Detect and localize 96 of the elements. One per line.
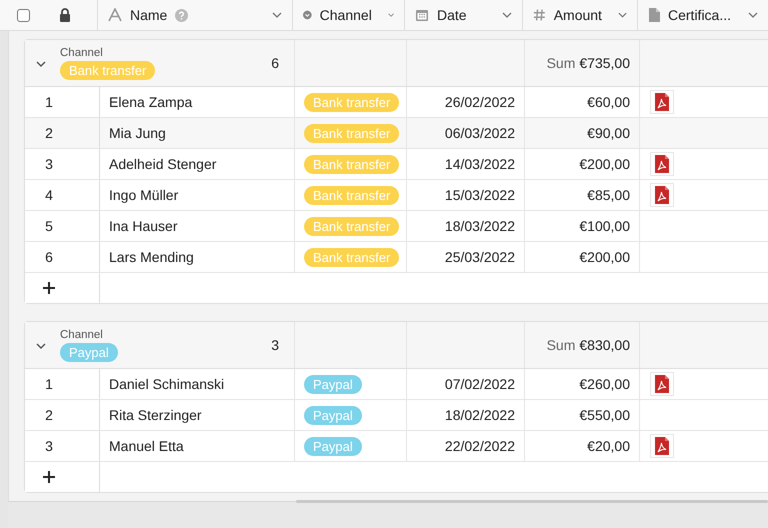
channel-tag: Bank transfer [304, 92, 400, 112]
chevron-down-icon[interactable] [36, 343, 46, 349]
channel-tag: Bank transfer [304, 216, 400, 236]
table-row[interactable]: 3 Adelheid Stenger Bank transfer 14/03/2022 €200,00 [25, 149, 768, 180]
date-cell: 18/03/2022 [444, 218, 515, 234]
add-row-icon[interactable] [43, 282, 55, 294]
channel-tag: Paypal [304, 436, 362, 456]
chevron-down-icon[interactable] [36, 61, 46, 67]
row-number: 3 [45, 438, 53, 454]
sum-label: Sum [546, 55, 576, 71]
date-cell: 22/02/2022 [444, 438, 515, 454]
name-cell: Daniel Schimanski [109, 376, 224, 392]
row-number: 1 [45, 94, 53, 110]
amount-cell: €550,00 [579, 407, 630, 423]
column-label: Certifica... [668, 7, 732, 23]
sum-label: Sum [546, 337, 576, 353]
channel-tag: Bank transfer [304, 154, 400, 174]
row-number: 2 [45, 407, 53, 423]
row-number: 5 [45, 218, 53, 234]
pdf-file-icon[interactable] [650, 152, 674, 176]
name-cell: Ina Hauser [109, 218, 178, 234]
column-header[interactable]: Channel [293, 0, 405, 30]
column-label: Channel [320, 7, 372, 23]
channel-tag: Paypal [304, 406, 362, 424]
group-field-label: Channel [60, 46, 103, 58]
date-cell: 15/03/2022 [444, 187, 515, 203]
column-header[interactable]: Date [405, 0, 523, 30]
amount-cell: €260,00 [579, 376, 630, 392]
select-type-icon [303, 8, 312, 22]
chevron-down-icon[interactable] [748, 12, 758, 18]
channel-tag: Bank transfer [304, 186, 400, 204]
chevron-down-icon[interactable] [272, 12, 282, 18]
row-number: 2 [45, 125, 53, 141]
table-row[interactable]: 6 Lars Mending Bank transfer 25/03/2022 €200,00 [25, 242, 768, 273]
date-cell: 14/03/2022 [444, 156, 515, 172]
amount-cell: €200,00 [579, 249, 630, 265]
row-number: 6 [45, 249, 53, 265]
column-header[interactable]: Certifica... [638, 0, 768, 30]
date-cell: 18/02/2022 [444, 407, 515, 423]
name-cell: Manuel Etta [109, 438, 184, 454]
table-row[interactable]: 2 Rita Sterzinger Paypal 18/02/2022 €550,00 [25, 400, 768, 431]
group-count: 3 [271, 337, 279, 353]
pdf-file-icon[interactable] [650, 90, 674, 114]
amount-cell: €20,00 [587, 438, 630, 454]
name-cell: Ingo Müller [109, 187, 178, 203]
channel-tag: Bank transfer [60, 60, 156, 80]
table-row[interactable]: 4 Ingo Müller Bank transfer 15/03/2022 €85,00 [25, 180, 768, 211]
column-label: Name [130, 7, 168, 23]
document-icon [648, 8, 660, 22]
group-field-label: Channel [60, 328, 103, 340]
add-row-icon[interactable] [43, 471, 55, 483]
chevron-down-icon[interactable] [388, 12, 394, 18]
amount-cell: €200,00 [579, 156, 630, 172]
table-row[interactable]: 2 Mia Jung Bank transfer 06/03/2022 €90,00 [25, 118, 768, 149]
chevron-down-icon[interactable] [502, 12, 512, 18]
amount-cell: €85,00 [587, 187, 630, 203]
channel-tag: Paypal [304, 374, 362, 394]
hash-icon [533, 8, 546, 22]
table-row[interactable]: 1 Daniel Schimanski Paypal 07/02/2022 €260,00 [25, 369, 768, 400]
date-cell: 26/02/2022 [444, 94, 515, 110]
name-cell: Elena Zampa [109, 94, 192, 110]
amount-cell: €60,00 [587, 94, 630, 110]
row-number: 1 [45, 376, 53, 392]
text-type-icon [108, 8, 122, 22]
amount-cell: €90,00 [587, 125, 630, 141]
name-cell: Lars Mending [109, 249, 194, 265]
group-count: 6 [271, 55, 279, 71]
table-row[interactable]: 1 Elena Zampa Bank transfer 26/02/2022 €60,00 [25, 87, 768, 118]
name-cell: Adelheid Stenger [109, 156, 216, 172]
group-sum: €735,00 [579, 55, 630, 71]
name-cell: Mia Jung [109, 125, 166, 141]
group-sum: €830,00 [579, 337, 630, 353]
name-cell: Rita Sterzinger [109, 407, 202, 423]
channel-tag: Paypal [60, 342, 118, 362]
column-label: Date [437, 7, 467, 23]
date-cell: 25/03/2022 [444, 249, 515, 265]
pdf-file-icon[interactable] [650, 183, 674, 207]
date-cell: 07/02/2022 [444, 376, 515, 392]
row-number: 4 [45, 187, 53, 203]
chevron-down-icon[interactable] [618, 12, 627, 18]
channel-tag: Bank transfer [304, 248, 400, 266]
calendar-icon [415, 8, 429, 22]
column-label: Amount [554, 7, 602, 23]
amount-cell: €100,00 [579, 218, 630, 234]
column-header[interactable]: Amount [523, 0, 638, 30]
row-number: 3 [45, 156, 53, 172]
select-all-checkbox[interactable] [16, 8, 30, 22]
table-row[interactable]: 3 Manuel Etta Paypal 22/02/2022 €20,00 [25, 431, 768, 462]
column-header[interactable]: Name [98, 0, 293, 30]
channel-tag: Bank transfer [304, 124, 400, 142]
lock-icon[interactable] [58, 8, 71, 22]
pdf-file-icon[interactable] [650, 372, 674, 396]
horizontal-scrollbar[interactable] [296, 500, 768, 503]
table-row[interactable]: 5 Ina Hauser Bank transfer 18/03/2022 €100,00 [25, 211, 768, 242]
pdf-file-icon[interactable] [650, 434, 674, 458]
date-cell: 06/03/2022 [444, 125, 515, 141]
